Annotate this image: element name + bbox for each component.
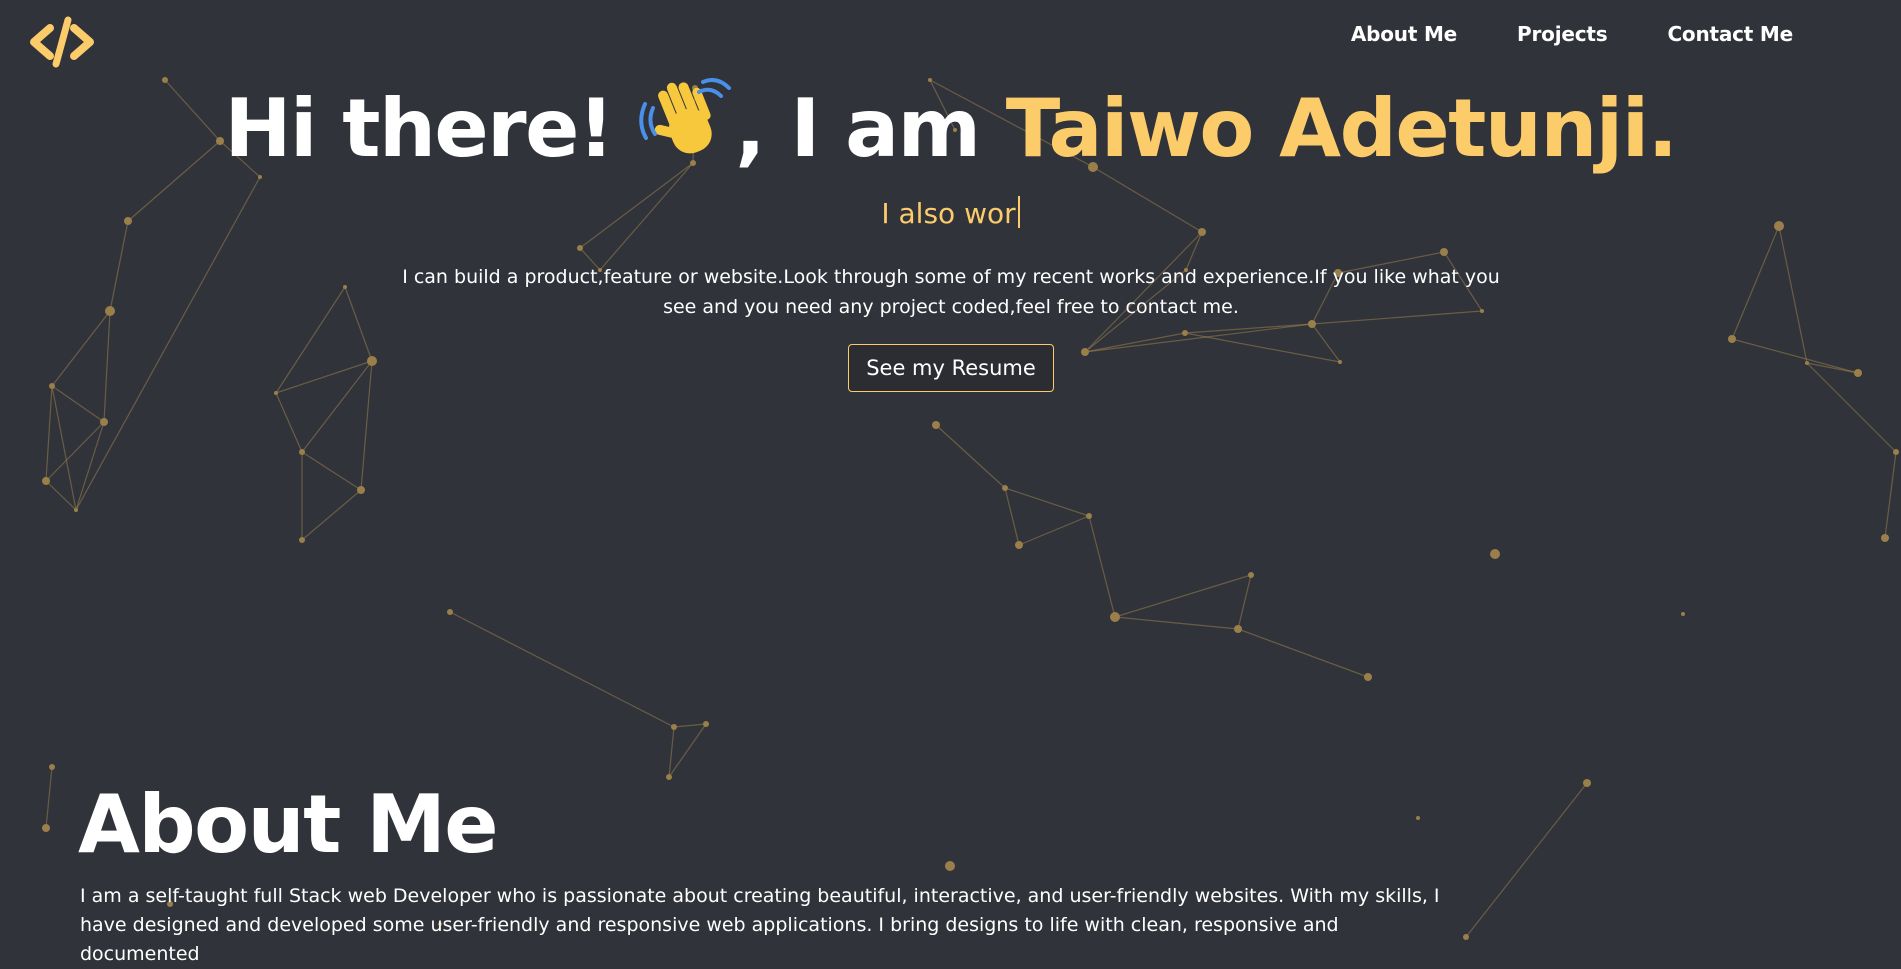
particle-dot <box>1490 549 1500 559</box>
hero-iam: , I am <box>735 82 981 175</box>
particle-link <box>1018 515 1090 546</box>
particle-link <box>301 489 362 541</box>
particle-link <box>1778 225 1808 364</box>
typing-cursor <box>1017 196 1020 228</box>
particle-dot <box>74 508 78 512</box>
particle-dot <box>49 383 55 389</box>
particle-link <box>275 360 373 394</box>
particle-link <box>935 424 1006 489</box>
particle-dot <box>1416 816 1420 820</box>
particle-dot <box>1463 934 1469 940</box>
nav-projects-link[interactable]: Projects <box>1517 20 1608 48</box>
particle-dot <box>1583 779 1591 787</box>
particle-link <box>103 310 111 423</box>
particle-dot <box>1002 485 1008 491</box>
particle-dot <box>945 861 955 871</box>
particle-dot <box>577 245 583 251</box>
particle-link <box>301 360 373 453</box>
particle-link <box>1114 616 1239 630</box>
hero-greeting: Hi there! <box>224 82 615 175</box>
particle-dot <box>343 285 347 289</box>
particle-link <box>45 766 53 829</box>
particle-link <box>360 360 373 491</box>
particle-dot <box>1728 335 1736 343</box>
code-logo-icon[interactable] <box>28 14 96 70</box>
main-nav: About Me Projects Contact Me <box>1351 20 1793 48</box>
particle-link <box>275 286 346 394</box>
particle-dot <box>357 486 365 494</box>
particle-dot <box>1234 625 1242 633</box>
particle-link <box>51 385 77 511</box>
particle-dot <box>1081 348 1089 356</box>
particle-link <box>1731 338 1859 374</box>
particle-link <box>344 286 373 362</box>
particle-dot <box>703 721 709 727</box>
particle-dot <box>1086 513 1092 519</box>
particle-dot <box>1440 248 1448 256</box>
particle-link <box>668 726 675 778</box>
particle-link <box>1004 487 1020 546</box>
particle-dot <box>1805 361 1809 365</box>
particle-link <box>1311 323 1341 363</box>
particle-dot <box>932 421 940 429</box>
particle-link <box>1465 782 1588 938</box>
typed-text: I also wor <box>881 197 1016 230</box>
particle-link <box>1806 362 1897 453</box>
particle-dot <box>1681 612 1685 616</box>
hero-heading: Hi there! , I am Taiwo Adetunji. <box>0 78 1901 179</box>
particle-dot <box>1248 572 1254 578</box>
particle-link <box>1806 362 1859 374</box>
particle-dot <box>1854 369 1862 377</box>
about-text: I am a self-taught full Stack web Develo… <box>80 885 1440 965</box>
particle-dot <box>1893 449 1899 455</box>
particle-dot <box>1338 360 1342 364</box>
hero-intro-text: I can build a product,feature or website… <box>402 266 1500 318</box>
particle-link <box>1004 487 1090 517</box>
particle-dot <box>274 391 278 395</box>
particle-link <box>1114 574 1252 618</box>
nav-about-me-link[interactable]: About Me <box>1351 20 1457 48</box>
particle-dot <box>367 356 377 366</box>
particle-link <box>1088 515 1116 618</box>
particle-dot <box>1015 541 1023 549</box>
see-resume-button[interactable]: See my Resume <box>848 344 1054 392</box>
particle-dot <box>1364 673 1372 681</box>
particle-link <box>1084 323 1313 353</box>
waving-hand-icon <box>639 78 732 154</box>
particle-link <box>1884 451 1897 539</box>
particle-dot <box>671 724 677 730</box>
particle-link <box>449 611 675 728</box>
particle-dot <box>105 306 115 316</box>
particle-dot <box>299 449 305 455</box>
particle-link <box>109 220 129 312</box>
about-title: About Me <box>78 778 499 871</box>
particle-link <box>1731 225 1780 340</box>
particle-link <box>51 385 105 423</box>
particle-dot <box>447 609 453 615</box>
typed-subtitle: I also wor <box>0 196 1901 230</box>
particle-link <box>301 451 362 491</box>
particle-dot <box>666 774 672 780</box>
particle-link <box>275 392 303 453</box>
hero-name: Taiwo Adetunji. <box>1005 82 1678 175</box>
nav-contact-me-link[interactable]: Contact Me <box>1667 20 1793 48</box>
particle-dot <box>1110 612 1120 622</box>
particle-link <box>1237 628 1369 678</box>
particle-dot <box>49 764 55 770</box>
particle-dot <box>42 477 50 485</box>
particle-dot <box>1881 534 1889 542</box>
particle-dot <box>100 418 108 426</box>
particle-link <box>1237 574 1252 630</box>
particle-dot <box>42 824 50 832</box>
particle-link <box>51 310 111 387</box>
particle-dot <box>299 537 305 543</box>
particle-link <box>668 723 707 778</box>
particle-dot <box>1182 330 1188 336</box>
particle-link <box>673 723 707 728</box>
particle-link <box>45 421 105 482</box>
particle-link <box>45 385 53 482</box>
